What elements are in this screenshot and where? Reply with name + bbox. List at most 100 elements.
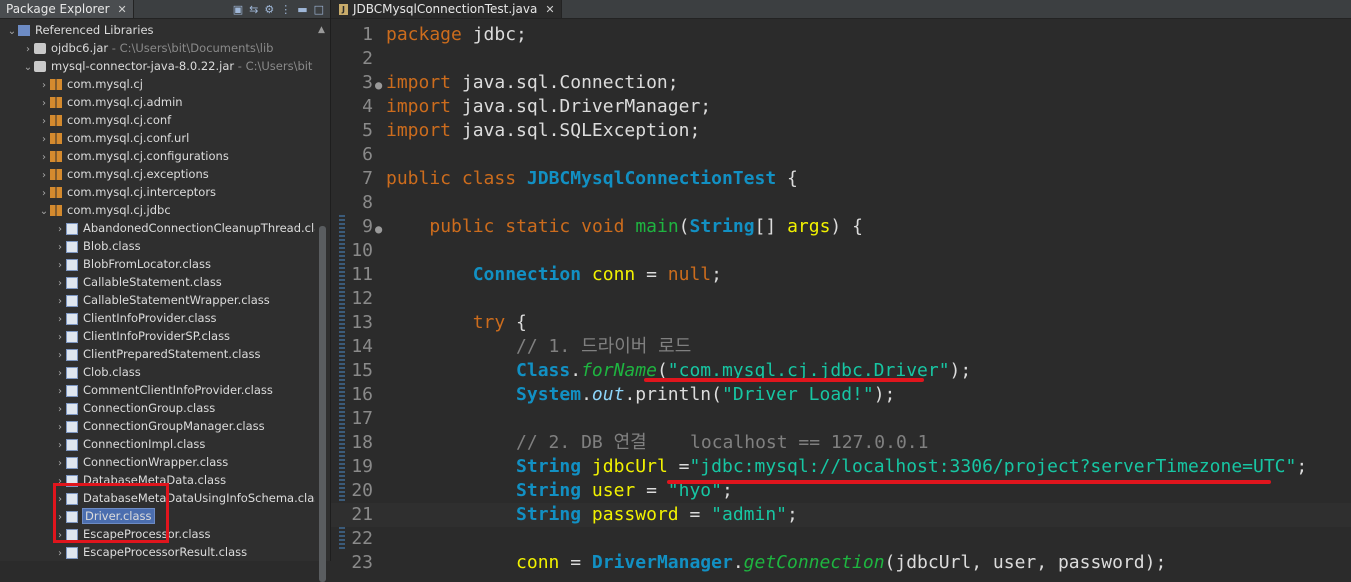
tree-item[interactable]: › ClientInfoProvider.class bbox=[0, 309, 315, 327]
code-token: public bbox=[386, 168, 452, 189]
code-line[interactable]: 1 package jdbc; bbox=[331, 23, 1351, 47]
line-number: 22 bbox=[351, 528, 373, 549]
tree-item[interactable]: › ConnectionImpl.class bbox=[0, 435, 315, 453]
code-token: [] bbox=[754, 216, 788, 237]
view-menu-icon[interactable]: ⋮ bbox=[280, 3, 291, 16]
tree-item-label: EscapeProcessorResult.class bbox=[83, 545, 248, 559]
code-token: ); bbox=[873, 384, 896, 405]
code-token: = bbox=[635, 264, 668, 285]
highlight-annotation-box bbox=[53, 483, 169, 543]
tree-item[interactable]: ⌄ com.mysql.cj.jdbc bbox=[0, 201, 315, 219]
tree-item[interactable]: › CommentClientInfoProvider.class bbox=[0, 381, 315, 399]
code-line[interactable]: 9 ● public static void main(String[] args… bbox=[331, 215, 1351, 239]
code-line[interactable]: 11 Connection conn = null; bbox=[331, 263, 1351, 287]
class-file-icon bbox=[66, 258, 78, 271]
code-line[interactable]: 18 // 2. DB 연결 localhost == 127.0.0.1 bbox=[331, 431, 1351, 455]
scrollbar-thumb[interactable] bbox=[319, 226, 326, 582]
code-line[interactable]: 17 bbox=[331, 407, 1351, 431]
tree-item[interactable]: › ConnectionGroupManager.class bbox=[0, 417, 315, 435]
minimize-icon[interactable]: ▬ bbox=[297, 3, 307, 16]
tree-item[interactable]: › com.mysql.cj.conf.url bbox=[0, 129, 315, 147]
annotation-underline-driver bbox=[644, 378, 924, 382]
close-icon[interactable]: ✕ bbox=[118, 3, 127, 16]
code-token: // 1. 드라이버 로드 bbox=[516, 336, 692, 357]
code-line[interactable]: 14 // 1. 드라이버 로드 bbox=[331, 335, 1351, 359]
code-line[interactable]: 12 bbox=[331, 287, 1351, 311]
fold-icon[interactable]: ● bbox=[375, 73, 382, 97]
code-line[interactable]: 5 import java.sql.SQLException; bbox=[331, 119, 1351, 143]
tree-item[interactable]: › ClientPreparedStatement.class bbox=[0, 345, 315, 363]
tree-item[interactable]: › ConnectionGroup.class bbox=[0, 399, 315, 417]
tree-item[interactable]: ⌄ mysql-connector-java-8.0.22.jar - C:\Us… bbox=[0, 57, 315, 75]
code-line[interactable]: 2 bbox=[331, 47, 1351, 71]
code-token: . bbox=[732, 552, 744, 573]
tree-item-label: CallableStatementWrapper.class bbox=[83, 293, 270, 307]
tree-item[interactable]: › ojdbc6.jar - C:\Users\bit\Documents\lib bbox=[0, 39, 315, 57]
tree-item[interactable]: › com.mysql.cj.configurations bbox=[0, 147, 315, 165]
code-line[interactable]: 10 bbox=[331, 239, 1351, 263]
code-token: . bbox=[581, 384, 592, 405]
line-number: 13 bbox=[351, 312, 373, 333]
tree-item[interactable]: › Blob.class bbox=[0, 237, 315, 255]
tree-item[interactable]: › com.mysql.cj.exceptions bbox=[0, 165, 315, 183]
code-line[interactable]: 6 bbox=[331, 143, 1351, 167]
code-line[interactable]: 23 conn = DriverManager.getConnection(jd… bbox=[331, 551, 1351, 575]
code-token: null bbox=[667, 264, 712, 285]
tree-item-label: ClientPreparedStatement.class bbox=[83, 347, 261, 361]
tree-item[interactable]: › ConnectionWrapper.class bbox=[0, 453, 315, 471]
code-line[interactable]: 8 bbox=[331, 191, 1351, 215]
tree-item-label: CallableStatement.class bbox=[83, 275, 222, 289]
maximize-icon[interactable]: □ bbox=[314, 3, 324, 16]
close-icon[interactable]: ✕ bbox=[545, 3, 554, 16]
tree-item-label: ConnectionGroupManager.class bbox=[83, 419, 265, 433]
tree-item[interactable]: › com.mysql.cj.interceptors bbox=[0, 183, 315, 201]
tree-item[interactable]: › Clob.class bbox=[0, 363, 315, 381]
tab-jdbc-mysql-connection-test[interactable]: J JDBCMysqlConnectionTest.java ✕ bbox=[331, 0, 562, 18]
code-line[interactable]: 7 public class JDBCMysqlConnectionTest { bbox=[331, 167, 1351, 191]
code-token: { bbox=[505, 312, 527, 333]
tree-item[interactable]: › BlobFromLocator.class bbox=[0, 255, 315, 273]
tree-item[interactable]: › com.mysql.cj.admin bbox=[0, 93, 315, 111]
fold-icon[interactable]: ● bbox=[375, 217, 382, 241]
code-line[interactable]: 4 import java.sql.DriverManager; bbox=[331, 95, 1351, 119]
code-token: void bbox=[581, 216, 625, 237]
class-file-icon bbox=[66, 276, 78, 289]
code-line[interactable]: 21 String password = "admin"; bbox=[331, 503, 1351, 527]
tree-item-label: BlobFromLocator.class bbox=[83, 257, 211, 271]
line-number: 20 bbox=[351, 480, 373, 501]
line-number: 18 bbox=[351, 432, 373, 453]
tab-package-explorer[interactable]: Package Explorer ✕ bbox=[0, 0, 134, 18]
code-line[interactable]: 19 String jdbcUrl ="jdbc:mysql://localho… bbox=[331, 455, 1351, 479]
tree-item[interactable]: ⌄ Referenced Libraries bbox=[0, 21, 315, 39]
class-file-icon bbox=[66, 240, 78, 253]
tree-item[interactable]: › AbandonedConnectionCleanupThread.class bbox=[0, 219, 315, 237]
scroll-up-icon[interactable]: ▲ bbox=[318, 25, 325, 35]
tree-item-label: com.mysql.cj.conf.url bbox=[67, 131, 190, 145]
tree-item[interactable]: › com.mysql.cj bbox=[0, 75, 315, 93]
code-token: String bbox=[516, 456, 582, 477]
code-line[interactable]: 13 try { bbox=[331, 311, 1351, 335]
package-tree[interactable]: ⌄ Referenced Libraries › ojdbc6.jar - C:\Us… bbox=[0, 21, 315, 561]
tree-item[interactable]: › CallableStatementWrapper.class bbox=[0, 291, 315, 309]
link-with-editor-icon[interactable]: ⇆ bbox=[249, 3, 258, 16]
package-icon bbox=[50, 151, 62, 162]
code-token: = bbox=[667, 456, 690, 477]
code-line[interactable]: 16 System.out.println("Driver Load!"); bbox=[331, 383, 1351, 407]
code-line[interactable]: 22 bbox=[331, 527, 1351, 551]
tree-item[interactable]: › EscapeProcessorResult.class bbox=[0, 543, 315, 561]
collapse-all-icon[interactable]: ▣ bbox=[233, 3, 243, 16]
tree-item[interactable]: › ClientInfoProviderSP.class bbox=[0, 327, 315, 345]
java-file-icon: J bbox=[339, 3, 348, 15]
tree-item[interactable]: › CallableStatement.class bbox=[0, 273, 315, 291]
tree-item[interactable]: › com.mysql.cj.conf bbox=[0, 111, 315, 129]
code-line[interactable]: 3 ● import java.sql.Connection; bbox=[331, 71, 1351, 95]
tree-item-label: ClientInfoProviderSP.class bbox=[83, 329, 231, 343]
tree-scrollbar[interactable]: ▲ bbox=[316, 21, 329, 582]
chevron-right-icon[interactable]: › bbox=[54, 545, 66, 561]
editor-panel: J JDBCMysqlConnectionTest.java ✕ 1 packag… bbox=[331, 0, 1351, 573]
filters-icon[interactable]: ⚙ bbox=[264, 3, 274, 16]
